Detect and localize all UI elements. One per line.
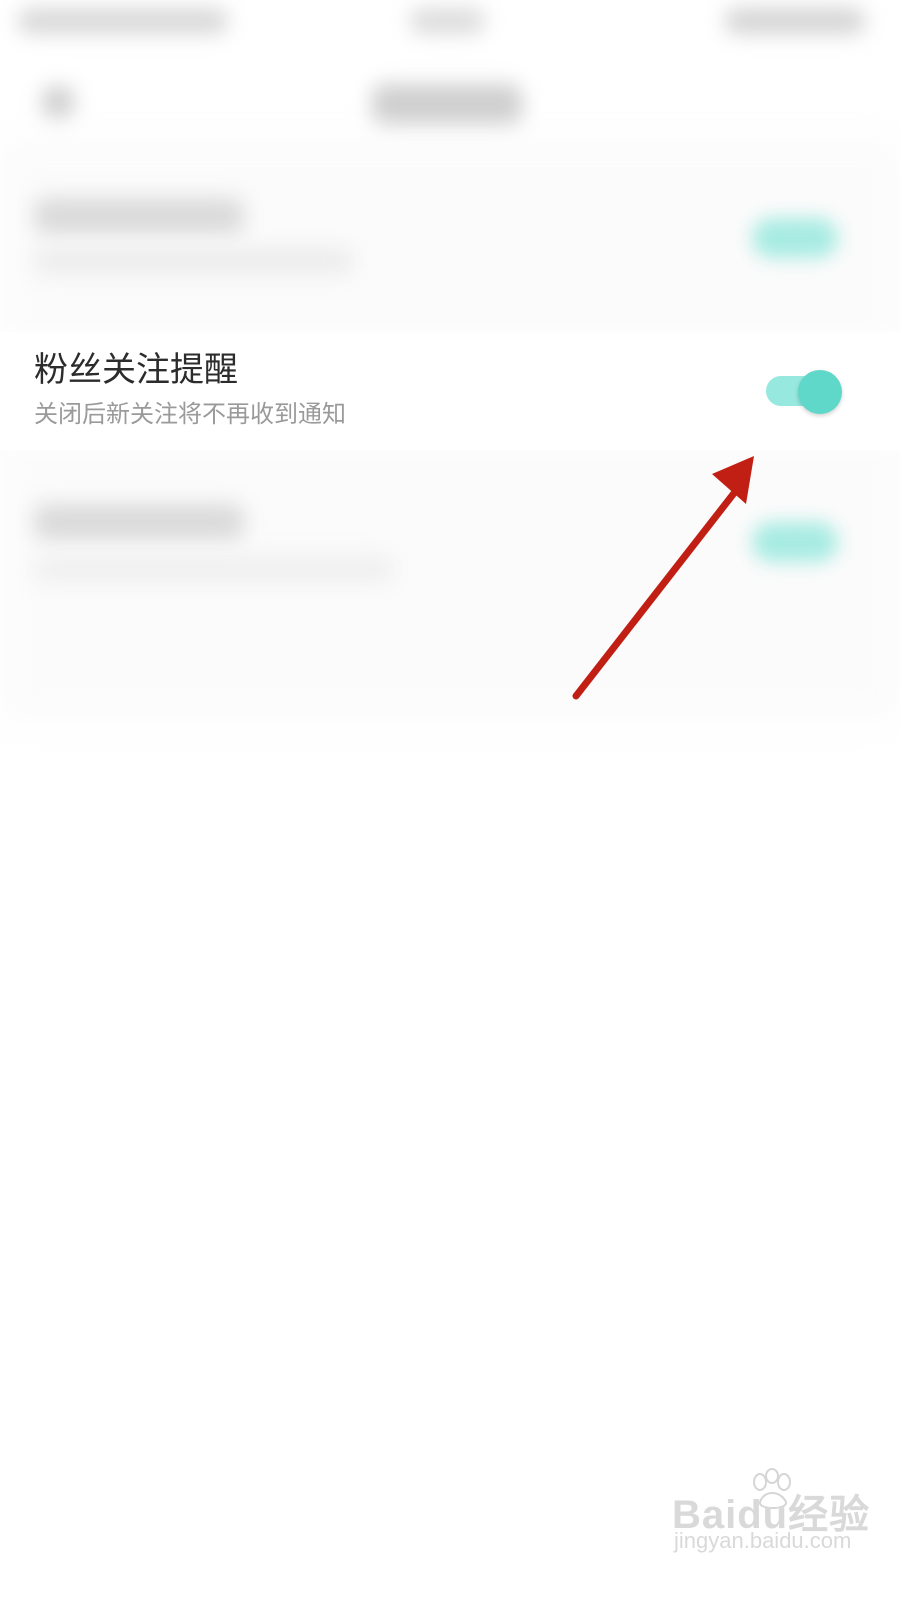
setting-row-3-subtitle-blurred: [34, 556, 394, 582]
status-bar-left-blurred: [18, 8, 228, 34]
page-title-blurred: [372, 84, 522, 124]
status-bar-time-blurred: [410, 8, 485, 34]
status-bar-right-blurred: [725, 8, 865, 34]
setting-row-1-subtitle-blurred: [34, 248, 354, 274]
setting-row-1-toggle-blurred[interactable]: [752, 218, 838, 258]
back-icon[interactable]: [42, 86, 74, 118]
setting-row-3-title-blurred: [34, 504, 244, 540]
setting-title: 粉丝关注提醒: [34, 350, 238, 390]
baidu-jingyan-watermark: Baidu经验 jingyan.baidu.com: [672, 1462, 869, 1566]
annotation-arrow-icon: [572, 456, 754, 700]
watermark-url: jingyan.baidu.com: [674, 1528, 852, 1553]
setting-row-fan-follow-reminder: 粉丝关注提醒 关闭后新关注将不再收到通知: [0, 332, 900, 450]
fan-follow-reminder-toggle[interactable]: [762, 370, 842, 414]
toggle-knob: [798, 370, 842, 414]
setting-subtitle: 关闭后新关注将不再收到通知: [34, 400, 346, 428]
setting-row-1-title-blurred: [34, 198, 244, 234]
